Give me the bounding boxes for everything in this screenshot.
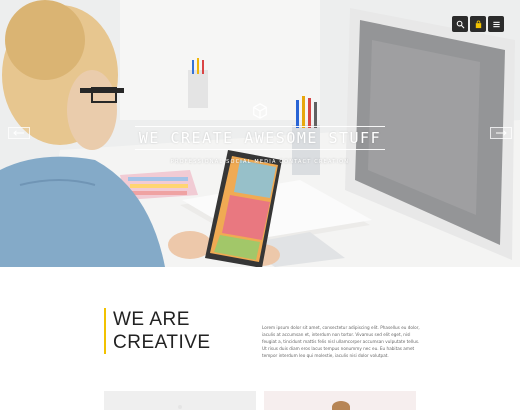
bag-icon: [475, 20, 481, 28]
portfolio-card-right[interactable]: [264, 391, 416, 410]
cube-icon: [253, 103, 267, 119]
search-icon: [456, 20, 464, 28]
intro-paragraph: Lorem ipsum dolor sit amet, consectetur …: [262, 325, 420, 358]
menu-button[interactable]: [488, 16, 504, 32]
menu-icon: [492, 21, 500, 27]
card-image-detail: [178, 405, 182, 409]
card-image-person: [332, 401, 350, 410]
intro-heading: WE ARE CREATIVE: [104, 308, 211, 354]
cart-button[interactable]: [470, 16, 486, 32]
hero-title: WE CREATE AWESOME STUFF: [134, 126, 386, 150]
hero-text: WE CREATE AWESOME STUFF PROFESSIONAL SOC…: [0, 102, 520, 165]
hero-subtitle: PROFESSIONAL SOCIAL MEDIA CONTACT CREATI…: [170, 159, 350, 165]
header-actions: [452, 16, 504, 32]
portfolio-card-left[interactable]: [104, 391, 256, 410]
hero-section: WE CREATE AWESOME STUFF PROFESSIONAL SOC…: [0, 0, 520, 267]
search-button[interactable]: [452, 16, 468, 32]
intro-heading-line1: WE ARE: [113, 309, 190, 330]
intro-heading-line2: CREATIVE: [113, 332, 211, 353]
intro-section: WE ARE CREATIVE Lorem ipsum dolor sit am…: [104, 308, 424, 364]
